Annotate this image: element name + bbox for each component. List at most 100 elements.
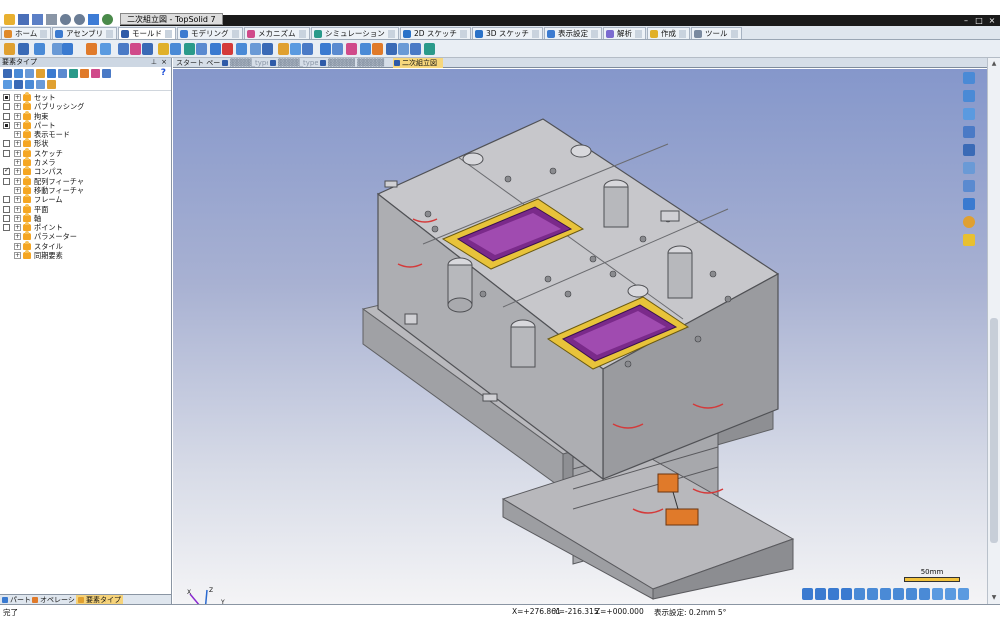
panel-tool-icon[interactable]	[58, 69, 67, 78]
tab-dropdown-icon[interactable]	[459, 30, 467, 38]
visibility-checkbox[interactable]	[3, 94, 10, 101]
toolbar-tool-icon[interactable]	[62, 43, 73, 55]
visibility-checkbox[interactable]	[3, 177, 10, 185]
tab-dropdown-icon[interactable]	[298, 30, 306, 38]
toolbar-tool-icon[interactable]	[184, 43, 195, 55]
visibility-checkbox[interactable]	[3, 103, 10, 111]
ribbon-tab[interactable]: 表示設定	[544, 27, 602, 39]
zoom-extents-icon[interactable]	[963, 72, 975, 84]
expand-toggle-icon[interactable]: +	[14, 121, 21, 129]
ribbon-tab[interactable]: アセンブリ	[52, 27, 118, 39]
visibility-checkbox[interactable]	[3, 149, 10, 157]
3d-viewport[interactable]: X Z Y 50mm	[173, 69, 987, 604]
minimize-button[interactable]: –	[960, 15, 972, 26]
expand-toggle-icon[interactable]: +	[14, 177, 21, 185]
view-left-icon[interactable]	[906, 588, 917, 600]
visibility-checkbox[interactable]	[3, 205, 10, 213]
ribbon-tab[interactable]: 作成	[647, 27, 690, 39]
toolbar-tool-icon[interactable]	[372, 43, 383, 55]
panel-tool-icon[interactable]	[36, 80, 45, 89]
view-custom-icon[interactable]	[958, 588, 969, 600]
expand-toggle-icon[interactable]: +	[14, 233, 21, 241]
tab-dropdown-icon[interactable]	[531, 30, 539, 38]
expand-toggle-icon[interactable]: +	[14, 252, 21, 260]
view-iso-icon[interactable]	[828, 588, 839, 600]
expand-toggle-icon[interactable]: +	[14, 214, 21, 222]
window-layout-icon[interactable]	[963, 144, 975, 156]
toolbar-tool-icon[interactable]	[386, 43, 397, 55]
ribbon-tab[interactable]: 2D スケッチ	[400, 27, 471, 39]
tab-dropdown-icon[interactable]	[387, 30, 395, 38]
toolbar-tool-icon[interactable]	[262, 43, 273, 55]
tab-dropdown-icon[interactable]	[106, 30, 114, 38]
panel-tool-icon[interactable]	[47, 69, 56, 78]
view-custom-icon[interactable]	[945, 588, 956, 600]
toolbar-tool-icon[interactable]	[4, 43, 15, 55]
view-bottom-icon[interactable]	[893, 588, 904, 600]
ribbon-tab[interactable]: 3D スケッチ	[472, 27, 543, 39]
tree-item[interactable]: + 同期要素	[0, 250, 171, 260]
expand-toggle-icon[interactable]: +	[14, 149, 21, 157]
panel-tool-icon[interactable]	[102, 69, 111, 78]
view-custom-icon[interactable]	[932, 588, 943, 600]
visibility-checkbox[interactable]	[3, 214, 10, 222]
undo-icon[interactable]	[60, 13, 71, 25]
toolbar-tool-icon[interactable]	[18, 43, 29, 55]
mold-assembly-model[interactable]	[173, 69, 987, 604]
tab-dropdown-icon[interactable]	[165, 30, 172, 38]
panel-tool-icon[interactable]	[91, 69, 100, 78]
ribbon-tab[interactable]: メカニズム	[244, 27, 310, 39]
expand-toggle-icon[interactable]: +	[14, 168, 21, 176]
expand-toggle-icon[interactable]: +	[14, 196, 21, 204]
tab-dropdown-icon[interactable]	[591, 30, 598, 38]
toolbar-tool-icon[interactable]	[100, 43, 111, 55]
rotate-icon[interactable]	[963, 108, 975, 120]
toolbar-tool-icon[interactable]	[222, 43, 233, 55]
toolbar-tool-icon[interactable]	[196, 43, 207, 55]
toolbar-tool-icon[interactable]	[170, 43, 181, 55]
orbit-icon[interactable]	[963, 126, 975, 138]
toolbar-tool-icon[interactable]	[210, 43, 221, 55]
pin-icon[interactable]: ⊥	[151, 58, 157, 67]
view-right-icon[interactable]	[919, 588, 930, 600]
view-back-icon[interactable]	[867, 588, 878, 600]
ribbon-tab[interactable]: 解析	[603, 27, 646, 39]
visibility-checkbox[interactable]	[3, 166, 10, 176]
toolbar-tool-icon[interactable]	[398, 43, 409, 55]
zoom-window-icon[interactable]	[963, 162, 975, 174]
app-menu-icon[interactable]	[4, 13, 15, 25]
visibility-checkbox[interactable]	[3, 224, 10, 232]
toolbar-tool-icon[interactable]	[86, 43, 97, 55]
redo-icon[interactable]	[74, 13, 85, 25]
expand-toggle-icon[interactable]: +	[14, 103, 21, 111]
pencil-icon[interactable]	[88, 13, 99, 25]
color-palette-icon[interactable]	[963, 216, 975, 228]
ribbon-tab[interactable]: モデリング	[177, 27, 243, 39]
toolbar-tool-icon[interactable]	[142, 43, 153, 55]
toolbar-tool-icon[interactable]	[118, 43, 129, 55]
panel-tool-icon[interactable]	[36, 69, 45, 78]
panel-tool-icon[interactable]	[3, 80, 12, 89]
view-top-icon[interactable]	[880, 588, 891, 600]
help-icon[interactable]: ?	[161, 68, 166, 78]
ribbon-tab[interactable]: シミュレーション	[311, 27, 399, 39]
toolbar-tool-icon[interactable]	[320, 43, 331, 55]
expand-toggle-icon[interactable]: +	[14, 186, 21, 194]
help-tip-icon[interactable]	[963, 234, 975, 246]
toolbar-tool-icon[interactable]	[424, 43, 435, 55]
panel-tool-icon[interactable]	[14, 69, 23, 78]
zoom-icon[interactable]	[963, 180, 975, 192]
toolbar-tool-icon[interactable]	[34, 43, 45, 55]
document-tab[interactable]: ▓▓▓▓▓ ▓▓▓▓▓	[319, 58, 392, 68]
visibility-checkbox[interactable]	[3, 112, 10, 120]
view-iso-icon[interactable]	[802, 588, 813, 600]
panel-tool-icon[interactable]	[80, 69, 89, 78]
tab-dropdown-icon[interactable]	[231, 30, 239, 38]
scroll-thumb[interactable]	[990, 318, 998, 543]
document-tab[interactable]: ▓▓▓▓_type_A	[221, 58, 268, 68]
panel-tool-icon[interactable]	[25, 80, 34, 89]
tab-dropdown-icon[interactable]	[730, 30, 738, 38]
print-icon[interactable]	[46, 13, 57, 25]
expand-toggle-icon[interactable]: +	[14, 140, 21, 148]
refresh-icon[interactable]	[102, 13, 113, 25]
